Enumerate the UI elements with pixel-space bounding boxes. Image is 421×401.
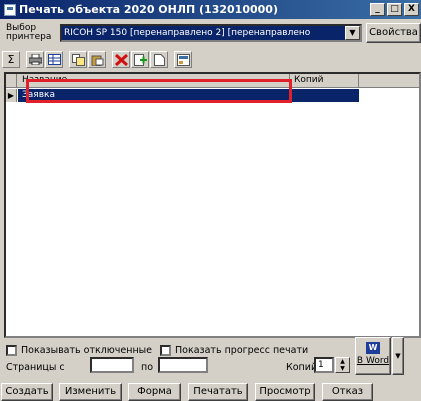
print-button[interactable]: Печатать bbox=[188, 383, 248, 401]
chevron-down-icon[interactable]: ▼ bbox=[345, 26, 360, 40]
minimize-button[interactable]: _ bbox=[370, 3, 385, 16]
title-bar: Печать объекта 2020 ОНЛП (132010000) _ □… bbox=[0, 0, 421, 19]
toolbar: Σ bbox=[2, 50, 421, 70]
settings-icon[interactable] bbox=[174, 51, 192, 68]
indicator-column bbox=[6, 74, 17, 88]
pages-to-label: по bbox=[141, 362, 154, 373]
close-button[interactable]: X bbox=[404, 3, 419, 16]
column-header-copies[interactable]: Копий bbox=[291, 74, 359, 88]
templates-grid: Название Копий ▶ Заявка bbox=[4, 72, 421, 338]
delete-icon[interactable] bbox=[112, 51, 130, 68]
cancel-button[interactable]: Отказ bbox=[322, 383, 373, 401]
table-row[interactable]: ▶ Заявка bbox=[6, 89, 359, 102]
window-title: Печать объекта 2020 ОНЛП (132010000) bbox=[19, 3, 278, 16]
copies-input[interactable]: 1 bbox=[314, 357, 334, 373]
maximize-button[interactable]: □ bbox=[387, 3, 402, 16]
export-word-button[interactable]: W В Word bbox=[355, 337, 391, 375]
show-progress-checkbox[interactable] bbox=[160, 344, 172, 356]
printer-select[interactable]: RICOH SP 150 [перенаправлено 2] [перенап… bbox=[60, 24, 362, 42]
copy-icon[interactable] bbox=[69, 51, 87, 68]
pages-from-input[interactable] bbox=[90, 357, 134, 373]
sum-icon[interactable]: Σ bbox=[2, 51, 20, 68]
column-header-name[interactable]: Название bbox=[18, 74, 290, 88]
paste-icon[interactable] bbox=[88, 51, 106, 68]
show-disabled-checkbox[interactable] bbox=[6, 344, 17, 356]
preview-button[interactable]: Просмотр bbox=[255, 383, 315, 401]
print-dialog: Печать объекта 2020 ОНЛП (132010000) _ □… bbox=[0, 0, 421, 401]
export-word-label: В Word bbox=[356, 356, 390, 366]
printer-row: Выбор принтера RICOH SP 150 [перенаправл… bbox=[0, 21, 421, 45]
copies-stepper[interactable]: ▲ ▼ bbox=[335, 357, 350, 373]
app-icon bbox=[4, 3, 16, 16]
form-button[interactable]: Форма bbox=[128, 383, 181, 401]
printer-label: Выбор принтера bbox=[6, 23, 52, 42]
grid-header: Название Копий bbox=[6, 74, 419, 88]
show-disabled-label: Показывать отключенные bbox=[21, 344, 153, 356]
word-icon: W bbox=[366, 342, 380, 354]
add-icon[interactable] bbox=[131, 51, 149, 68]
show-progress-label: Показать прогресс печати bbox=[175, 344, 309, 356]
create-button[interactable]: Создать bbox=[1, 383, 53, 401]
row-name-cell[interactable]: Заявка bbox=[18, 89, 359, 102]
current-row-marker-icon: ▶ bbox=[6, 89, 17, 102]
grid-icon[interactable] bbox=[45, 51, 63, 68]
pages-from-label: Страницы с bbox=[6, 362, 65, 373]
options-row: Показывать отключенные Показать прогресс… bbox=[6, 343, 312, 357]
printer-select-value: RICOH SP 150 [перенаправлено 2] [перенап… bbox=[64, 28, 311, 38]
printer-icon[interactable] bbox=[26, 51, 44, 68]
document-icon[interactable] bbox=[150, 51, 168, 68]
pages-to-input[interactable] bbox=[158, 357, 208, 373]
edit-button[interactable]: Изменить bbox=[59, 383, 122, 401]
export-dropdown-button[interactable]: ▼ bbox=[392, 337, 404, 375]
properties-button[interactable]: Свойства bbox=[366, 23, 421, 43]
